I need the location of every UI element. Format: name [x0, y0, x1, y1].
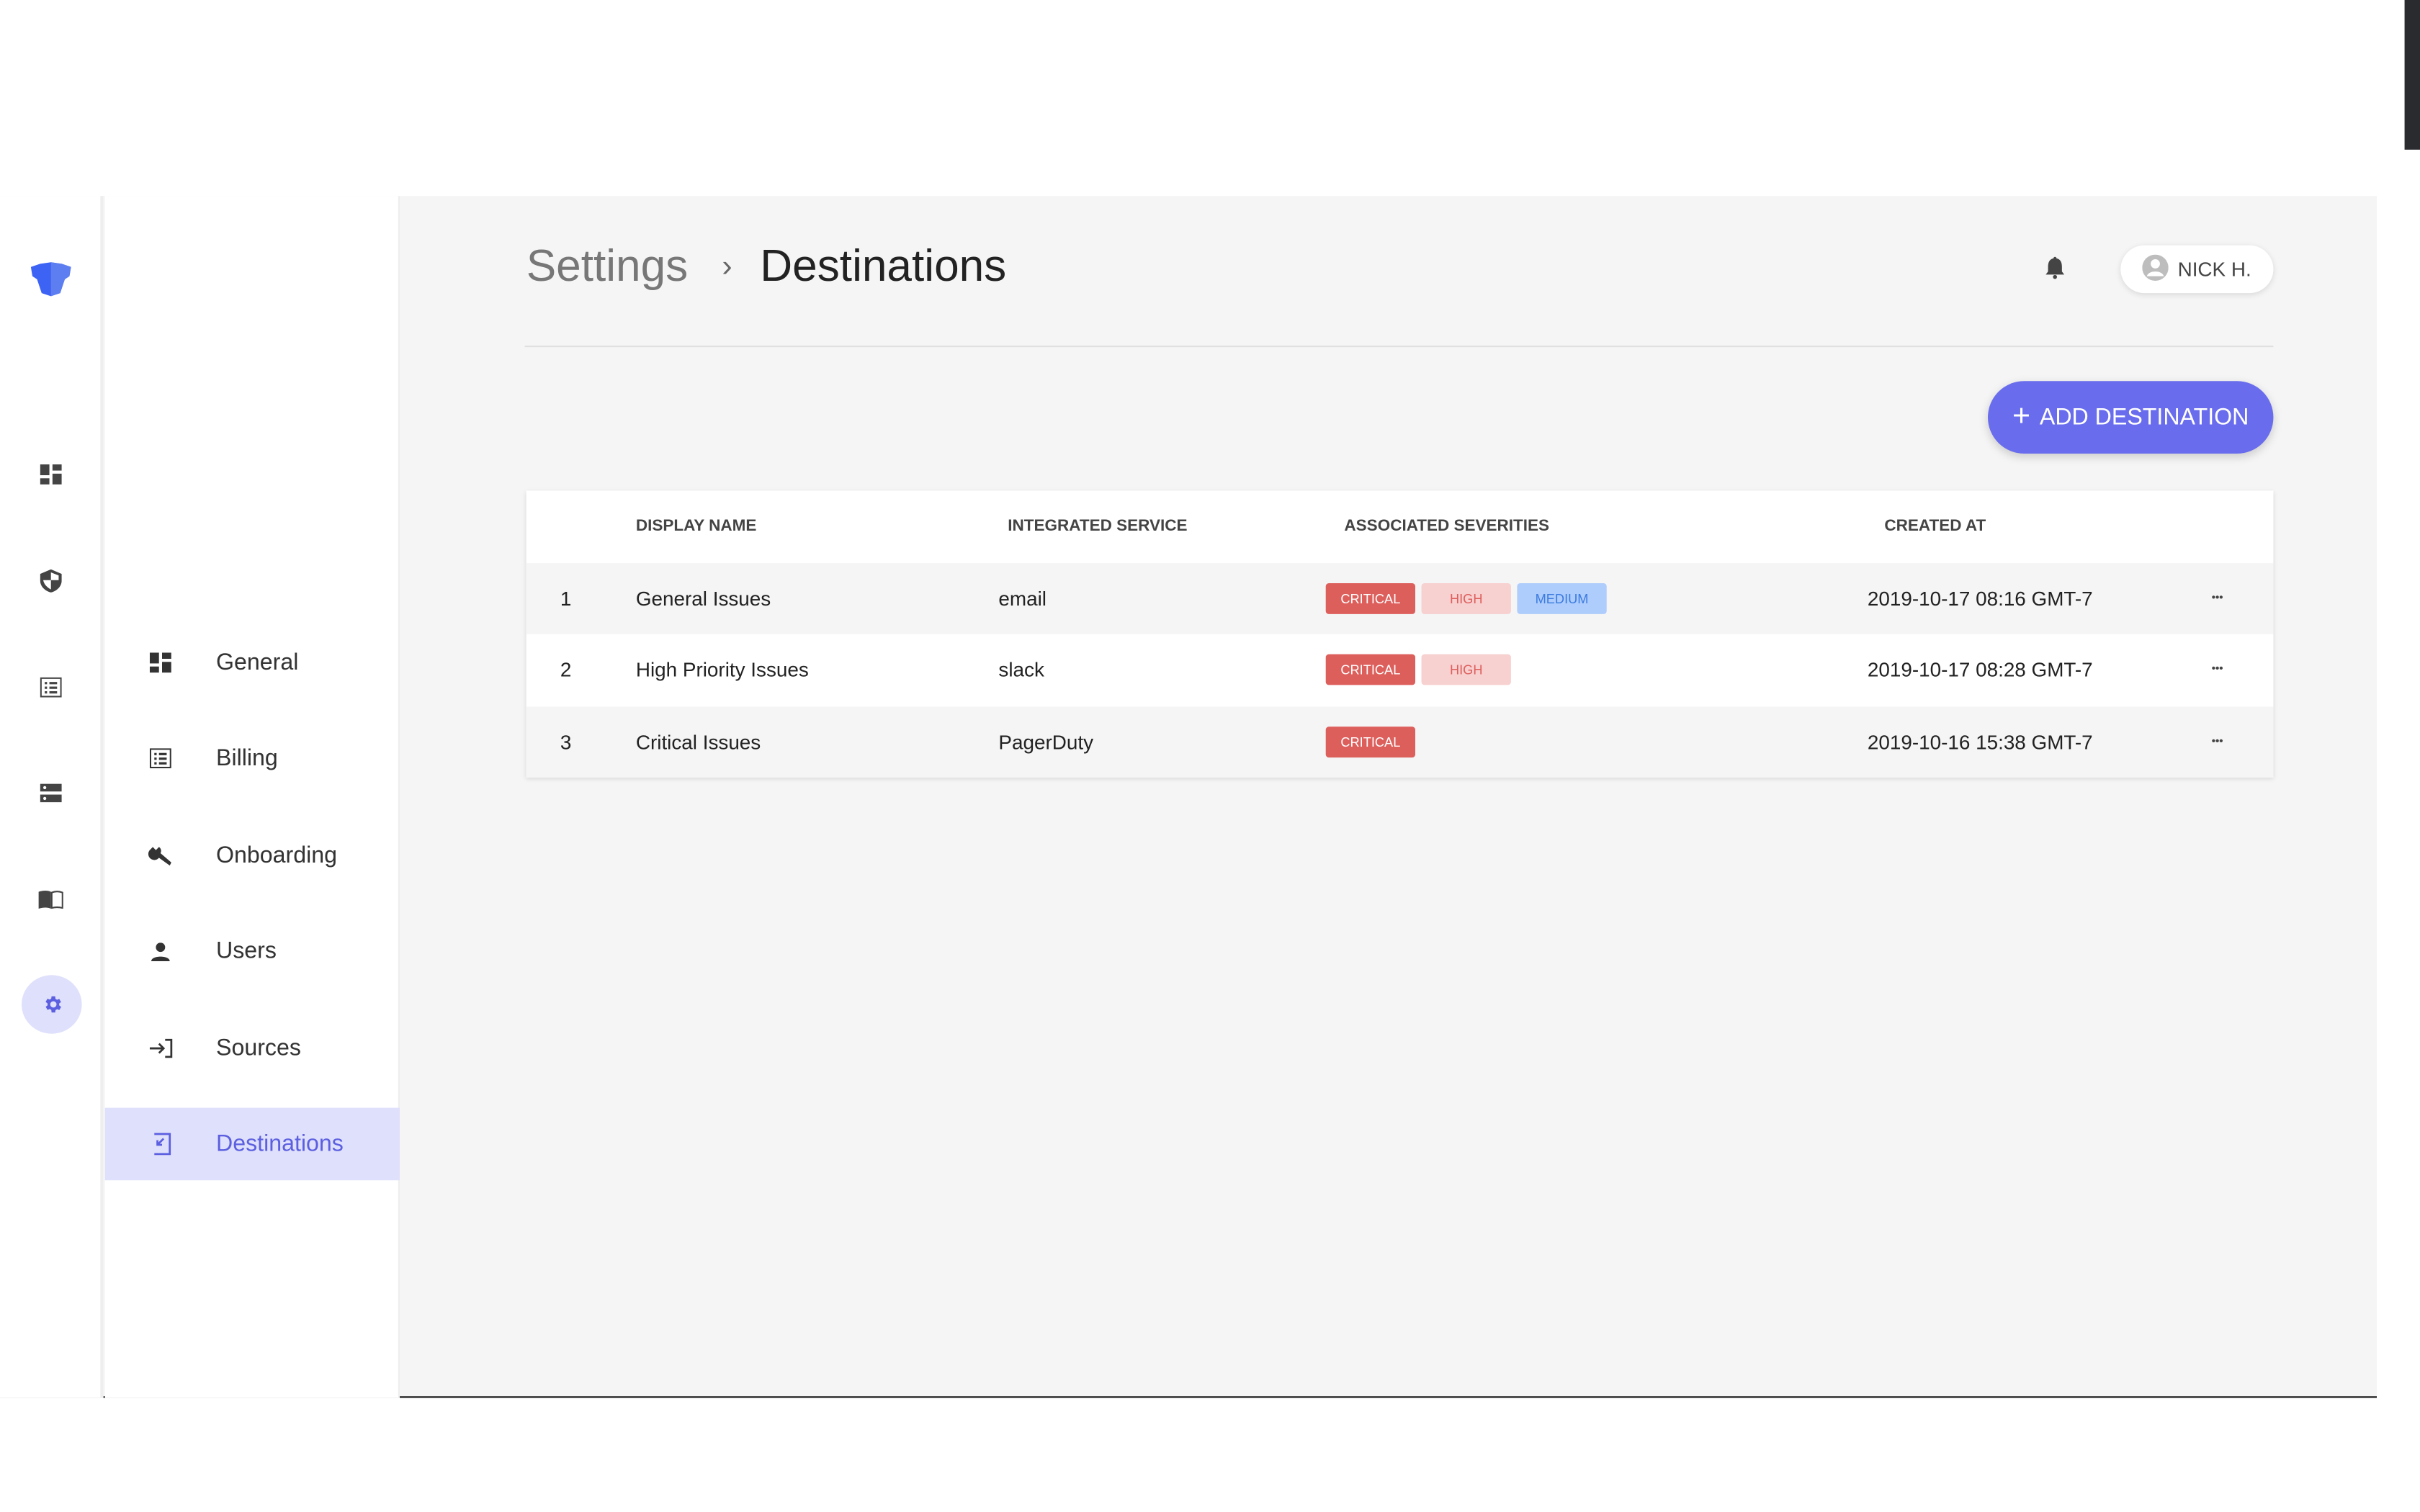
wrench-icon: [105, 845, 216, 866]
chevron-right-icon: ›: [722, 250, 732, 284]
severity-badge-critical: CRITICAL: [1325, 654, 1415, 685]
more-options-icon[interactable]: •••: [2212, 593, 2223, 603]
submenu-item-general[interactable]: General: [105, 626, 400, 699]
header-divider: [524, 346, 2274, 348]
breadcrumb: Settings › Destinations: [526, 242, 1007, 293]
submenu-item-billing[interactable]: Billing: [105, 722, 400, 795]
shield-icon[interactable]: [35, 564, 66, 595]
plus-icon: +: [2012, 398, 2031, 433]
user-name: NICK H.: [2177, 257, 2251, 281]
dashboard-icon: [105, 652, 216, 673]
add-destination-label: ADD DESTINATION: [2039, 404, 2249, 431]
integrated-service: email: [998, 586, 1047, 610]
logout-icon: [105, 1133, 216, 1156]
severity-badge-high: HIGH: [1421, 582, 1511, 614]
os-side-strip: [2404, 0, 2420, 150]
settings-submenu: General Billing Onboarding Users Sources…: [104, 196, 400, 1398]
user-menu-button[interactable]: NICK H.: [2120, 245, 2274, 294]
column-header-created-at[interactable]: CREATED AT: [1884, 517, 1986, 536]
icon-rail: [0, 196, 104, 1398]
book-icon[interactable]: [35, 884, 66, 915]
severity-badge-critical: CRITICAL: [1325, 726, 1415, 757]
submenu-item-sources[interactable]: Sources: [105, 1012, 400, 1085]
dashboard-icon[interactable]: [35, 458, 66, 489]
gear-icon[interactable]: [22, 975, 82, 1034]
integrated-service: PagerDuty: [998, 730, 1094, 754]
display-name: High Priority Issues: [635, 658, 809, 682]
submenu-item-label: General: [216, 649, 299, 676]
breadcrumb-settings[interactable]: Settings: [526, 242, 689, 293]
display-name: Critical Issues: [635, 730, 761, 754]
list-icon[interactable]: [35, 671, 66, 702]
storage-icon[interactable]: [35, 778, 66, 809]
severities: CRITICAL HIGH: [1325, 654, 1518, 685]
submenu-item-onboarding[interactable]: Onboarding: [105, 819, 400, 892]
submenu-item-label: Users: [216, 937, 277, 965]
severity-badge-medium: MEDIUM: [1517, 582, 1607, 614]
submenu-item-label: Billing: [216, 745, 278, 772]
more-options-icon[interactable]: •••: [2212, 665, 2223, 675]
table-row[interactable]: 2 High Priority Issues slack CRITICAL HIG…: [526, 634, 2274, 706]
table-row[interactable]: 3 Critical Issues PagerDuty CRITICAL 201…: [526, 706, 2274, 778]
column-header-associated-severities[interactable]: ASSOCIATED SEVERITIES: [1344, 517, 1549, 536]
row-index: 2: [560, 658, 572, 682]
created-at: 2019-10-17 08:16 GMT-7: [1867, 586, 2093, 610]
submenu-item-users[interactable]: Users: [105, 915, 400, 988]
table-row[interactable]: 1 General Issues email CRITICAL HIGH MEDIU…: [526, 562, 2274, 634]
avatar-icon: [2142, 253, 2169, 285]
row-index: 3: [560, 730, 572, 754]
submenu-item-label: Destinations: [216, 1130, 344, 1158]
screen: General Billing Onboarding Users Sources…: [0, 0, 2420, 1512]
integrated-service: slack: [998, 658, 1044, 682]
column-header-integrated-service[interactable]: INTEGRATED SERVICE: [1008, 517, 1187, 536]
login-icon: [105, 1038, 216, 1058]
bell-icon[interactable]: [2045, 256, 2065, 287]
submenu-item-label: Onboarding: [216, 842, 338, 869]
person-icon: [105, 942, 216, 960]
app-window: General Billing Onboarding Users Sources…: [0, 196, 2377, 1398]
destinations-table: DISPLAY NAME INTEGRATED SERVICE ASSOCIAT…: [526, 490, 2274, 778]
severity-badge-high: HIGH: [1421, 654, 1511, 685]
more-options-icon[interactable]: •••: [2212, 737, 2223, 747]
created-at: 2019-10-17 08:28 GMT-7: [1867, 658, 2093, 682]
table-header: DISPLAY NAME INTEGRATED SERVICE ASSOCIAT…: [526, 490, 2274, 562]
page-title: Destinations: [760, 242, 1007, 292]
add-destination-button[interactable]: + ADD DESTINATION: [1988, 381, 2274, 454]
column-header-display-name[interactable]: DISPLAY NAME: [636, 517, 757, 536]
severities: CRITICAL HIGH MEDIUM: [1325, 582, 1613, 614]
severity-badge-critical: CRITICAL: [1325, 582, 1415, 614]
submenu-item-destinations[interactable]: Destinations: [104, 1107, 400, 1181]
display-name: General Issues: [635, 586, 771, 610]
created-at: 2019-10-16 15:38 GMT-7: [1867, 730, 2093, 754]
logo-icon[interactable]: [28, 258, 74, 304]
row-index: 1: [560, 586, 572, 610]
submenu-item-label: Sources: [216, 1035, 301, 1062]
severities: CRITICAL: [1325, 726, 1422, 757]
list-icon: [105, 748, 216, 769]
